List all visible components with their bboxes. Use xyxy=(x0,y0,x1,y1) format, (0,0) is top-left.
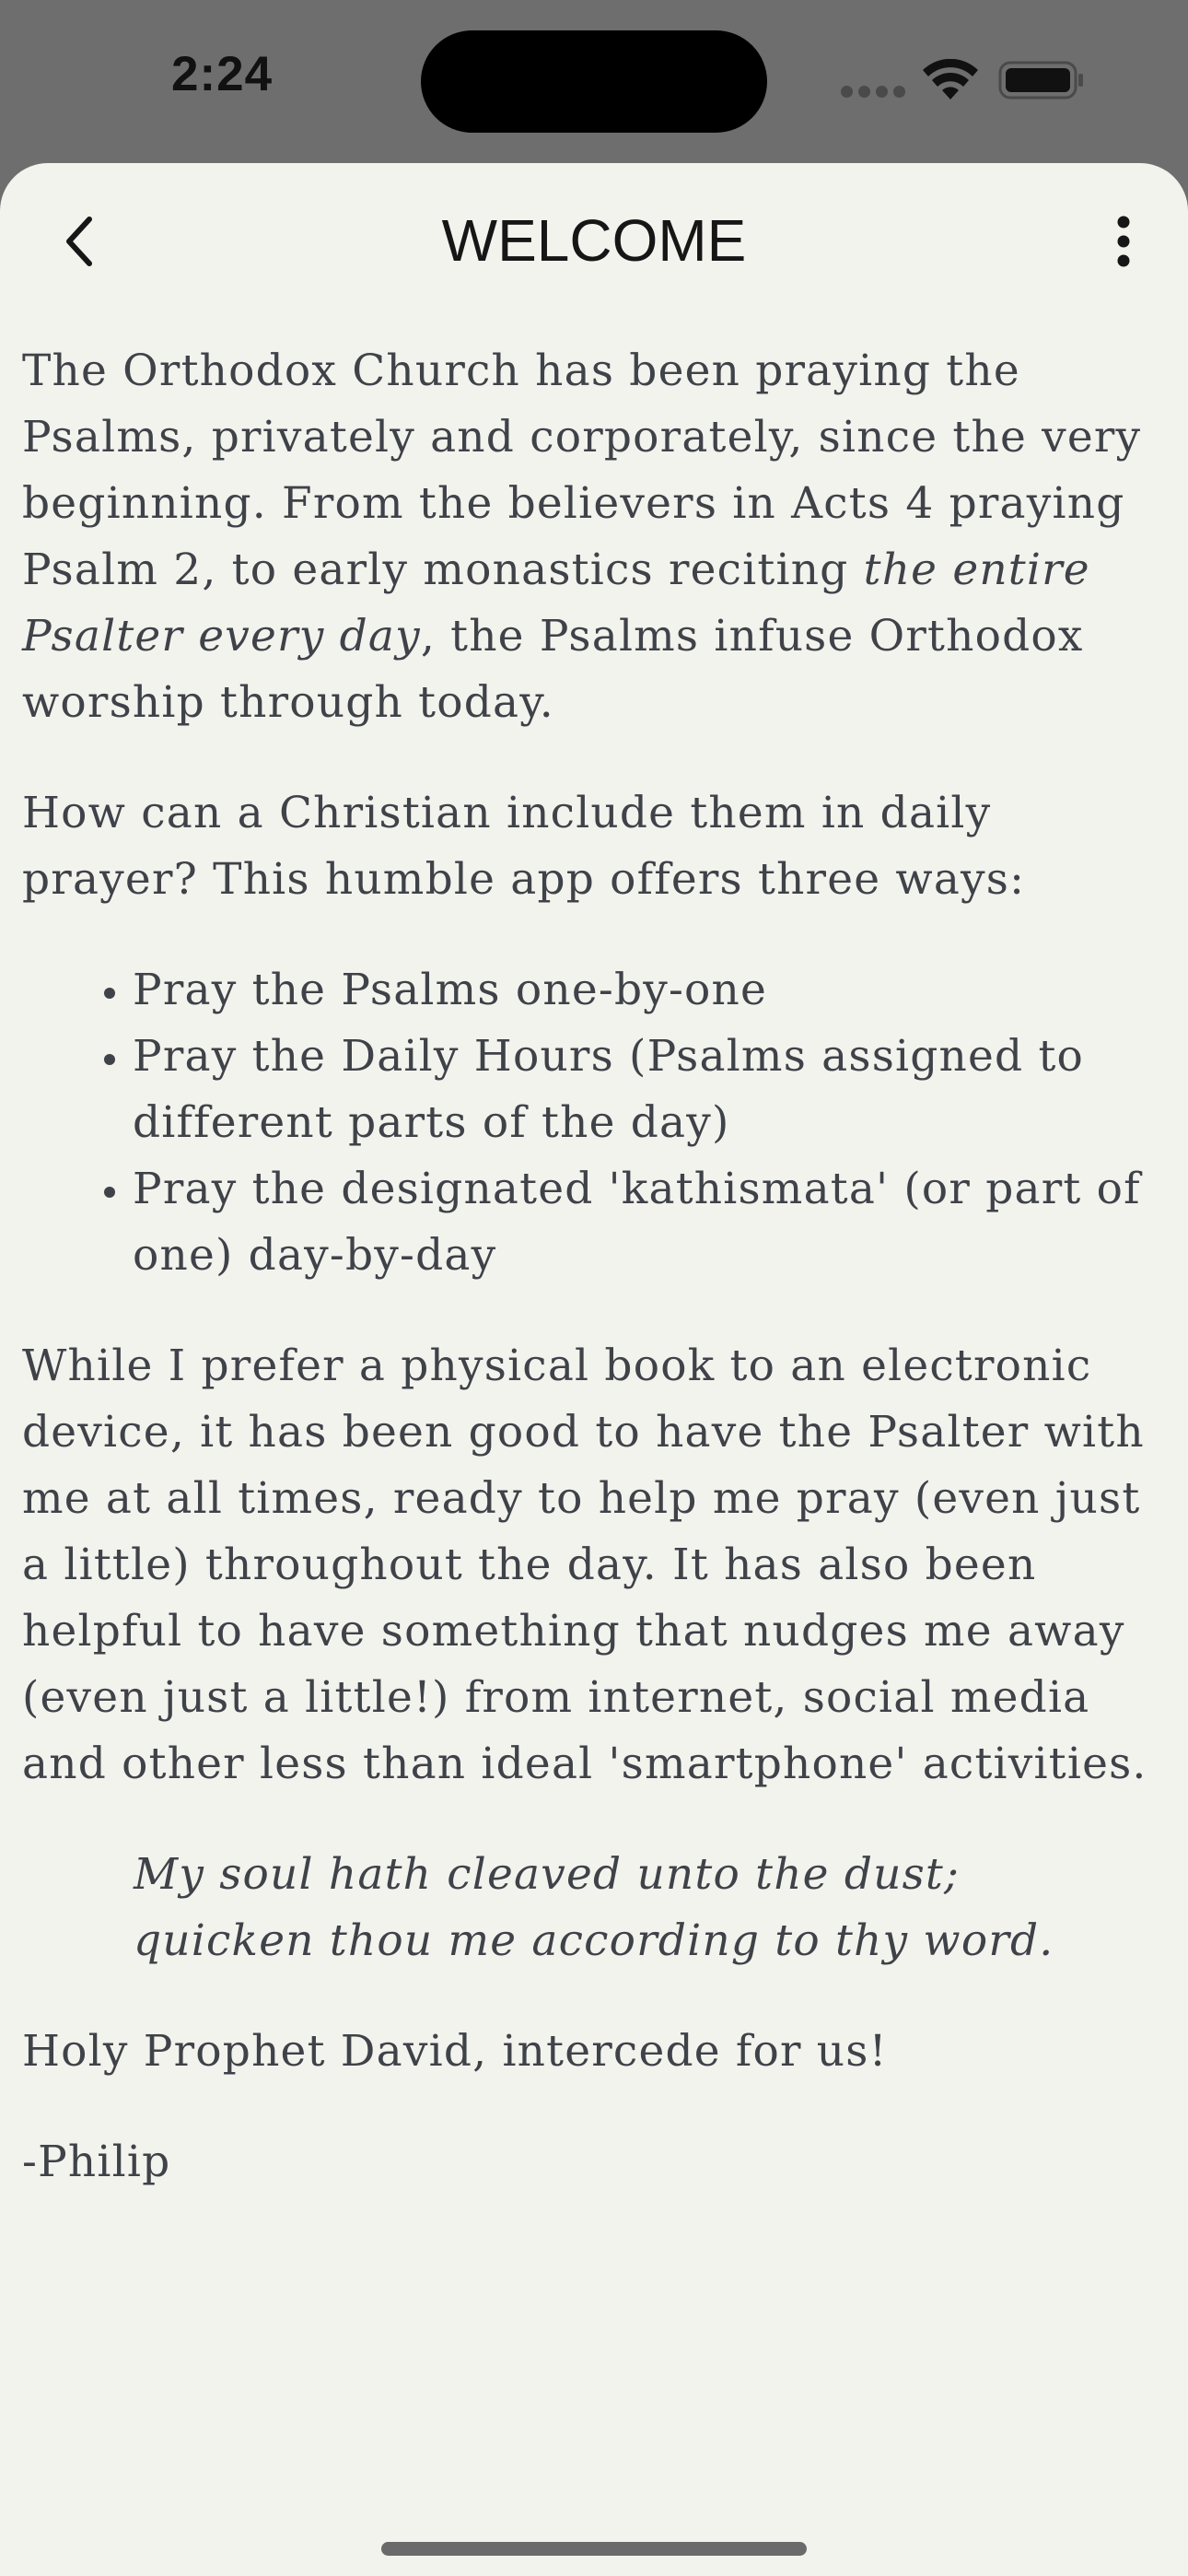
nav-bar: WELCOME xyxy=(0,163,1188,320)
ways-list: Pray the Psalms one-by-one Pray the Dail… xyxy=(22,957,1164,1289)
more-options-button[interactable] xyxy=(1096,200,1151,283)
home-indicator[interactable] xyxy=(381,2542,807,2556)
intro-paragraph: The Orthodox Church has been praying the… xyxy=(22,338,1164,736)
welcome-sheet: WELCOME The Orthodox Church has been pra… xyxy=(0,163,1188,2576)
quote-line: My soul hath cleaved unto the dust; xyxy=(134,1849,961,1900)
welcome-content: The Orthodox Church has been praying the… xyxy=(22,338,1164,2240)
battery-icon xyxy=(998,61,1083,100)
list-item: Pray the Daily Hours (Psalms assigned to… xyxy=(133,1024,1164,1156)
more-vertical-icon xyxy=(1117,216,1130,267)
wifi-icon xyxy=(923,59,978,100)
psalm-quote: My soul hath cleaved unto the dust; quic… xyxy=(22,1842,1164,1974)
list-item: Pray the Psalms one-by-one xyxy=(133,957,1164,1024)
list-item: Pray the designated 'kathismata' (or par… xyxy=(133,1156,1164,1289)
reflection-paragraph: While I prefer a physical book to an ele… xyxy=(22,1341,1147,1789)
cellular-signal-icon xyxy=(841,86,905,99)
closing-line: Holy Prophet David, intercede for us! xyxy=(22,2026,888,2077)
signature: -Philip xyxy=(22,2137,171,2187)
page-title: WELCOME xyxy=(441,207,747,274)
quote-line: quicken thou me according to thy word. xyxy=(134,1915,1054,1966)
status-time: 2:24 xyxy=(171,47,274,101)
status-bar: 2:24 xyxy=(0,0,1188,163)
dynamic-island xyxy=(421,30,767,133)
question-paragraph: How can a Christian include them in dail… xyxy=(22,788,1026,905)
